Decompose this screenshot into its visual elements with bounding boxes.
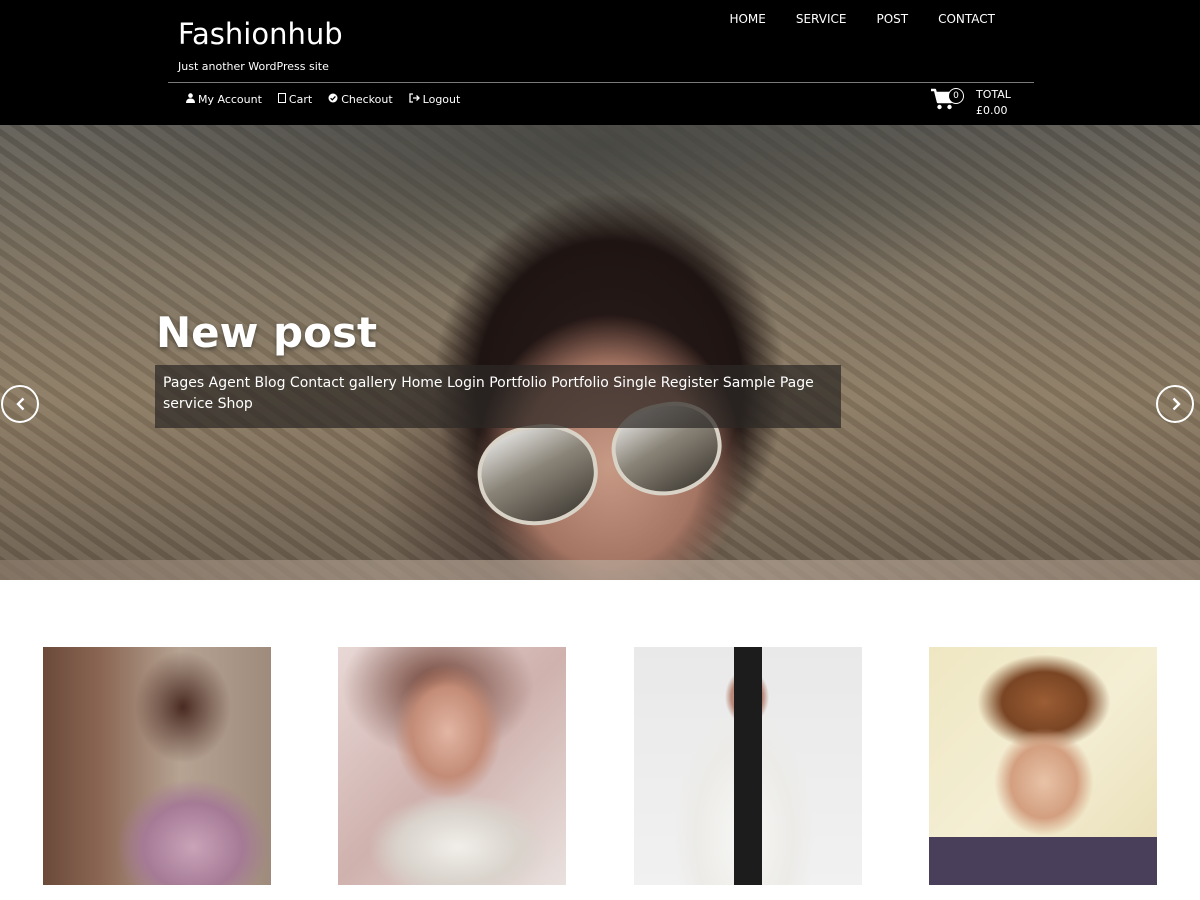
product-image-woman-pink-dress[interactable] — [43, 647, 271, 885]
logout-icon — [409, 93, 420, 106]
cart-count-badge: 0 — [948, 88, 964, 104]
product-image-woman-white-top[interactable] — [338, 647, 566, 885]
cart-link[interactable]: Cart — [277, 93, 313, 106]
checkout-link[interactable]: Checkout — [328, 93, 393, 106]
cart-outline-icon — [277, 93, 286, 106]
logout-label: Logout — [422, 93, 461, 106]
slider-next-button[interactable] — [1156, 385, 1194, 423]
chevron-right-icon — [1172, 397, 1181, 411]
slide-caption: Pages Agent Blog Contact gallery Home Lo… — [155, 365, 841, 428]
slide-title[interactable]: New post — [156, 308, 377, 357]
hero-slider: New post Pages Agent Blog Contact galler… — [0, 125, 1200, 580]
check-circle-icon — [328, 93, 338, 106]
nav-service[interactable]: SERVICE — [796, 12, 847, 26]
header-divider — [168, 82, 1034, 83]
my-account-label: My Account — [198, 93, 262, 106]
mini-cart[interactable]: 0 TOTAL £0.00 — [930, 87, 1030, 121]
site-header: Fashionhub Just another WordPress site H… — [0, 0, 1200, 125]
cart-label: Cart — [288, 93, 313, 106]
nav-post[interactable]: POST — [876, 12, 908, 26]
slider-prev-button[interactable] — [1, 385, 39, 423]
nav-contact[interactable]: CONTACT — [938, 12, 995, 26]
hero-bottom-strip — [0, 560, 1200, 580]
account-bar: My Account Cart Checkout Logout — [186, 93, 460, 106]
cart-total-value: £0.00 — [976, 104, 1008, 117]
user-icon — [186, 93, 195, 106]
logout-link[interactable]: Logout — [409, 93, 461, 106]
site-tagline: Just another WordPress site — [178, 60, 329, 73]
nav-home[interactable]: HOME — [729, 12, 765, 26]
cart-total-label: TOTAL — [976, 88, 1011, 101]
main-nav: HOME SERVICE POST CONTACT — [729, 12, 995, 26]
slide-caption-text: Pages Agent Blog Contact gallery Home Lo… — [163, 375, 814, 412]
product-image-woman-retro-hairstyle[interactable] — [929, 647, 1157, 885]
checkout-label: Checkout — [341, 93, 393, 106]
my-account-link[interactable]: My Account — [186, 93, 262, 106]
site-title[interactable]: Fashionhub — [178, 17, 343, 51]
product-image-woman-white-jacket[interactable] — [634, 647, 862, 885]
chevron-left-icon — [16, 397, 25, 411]
